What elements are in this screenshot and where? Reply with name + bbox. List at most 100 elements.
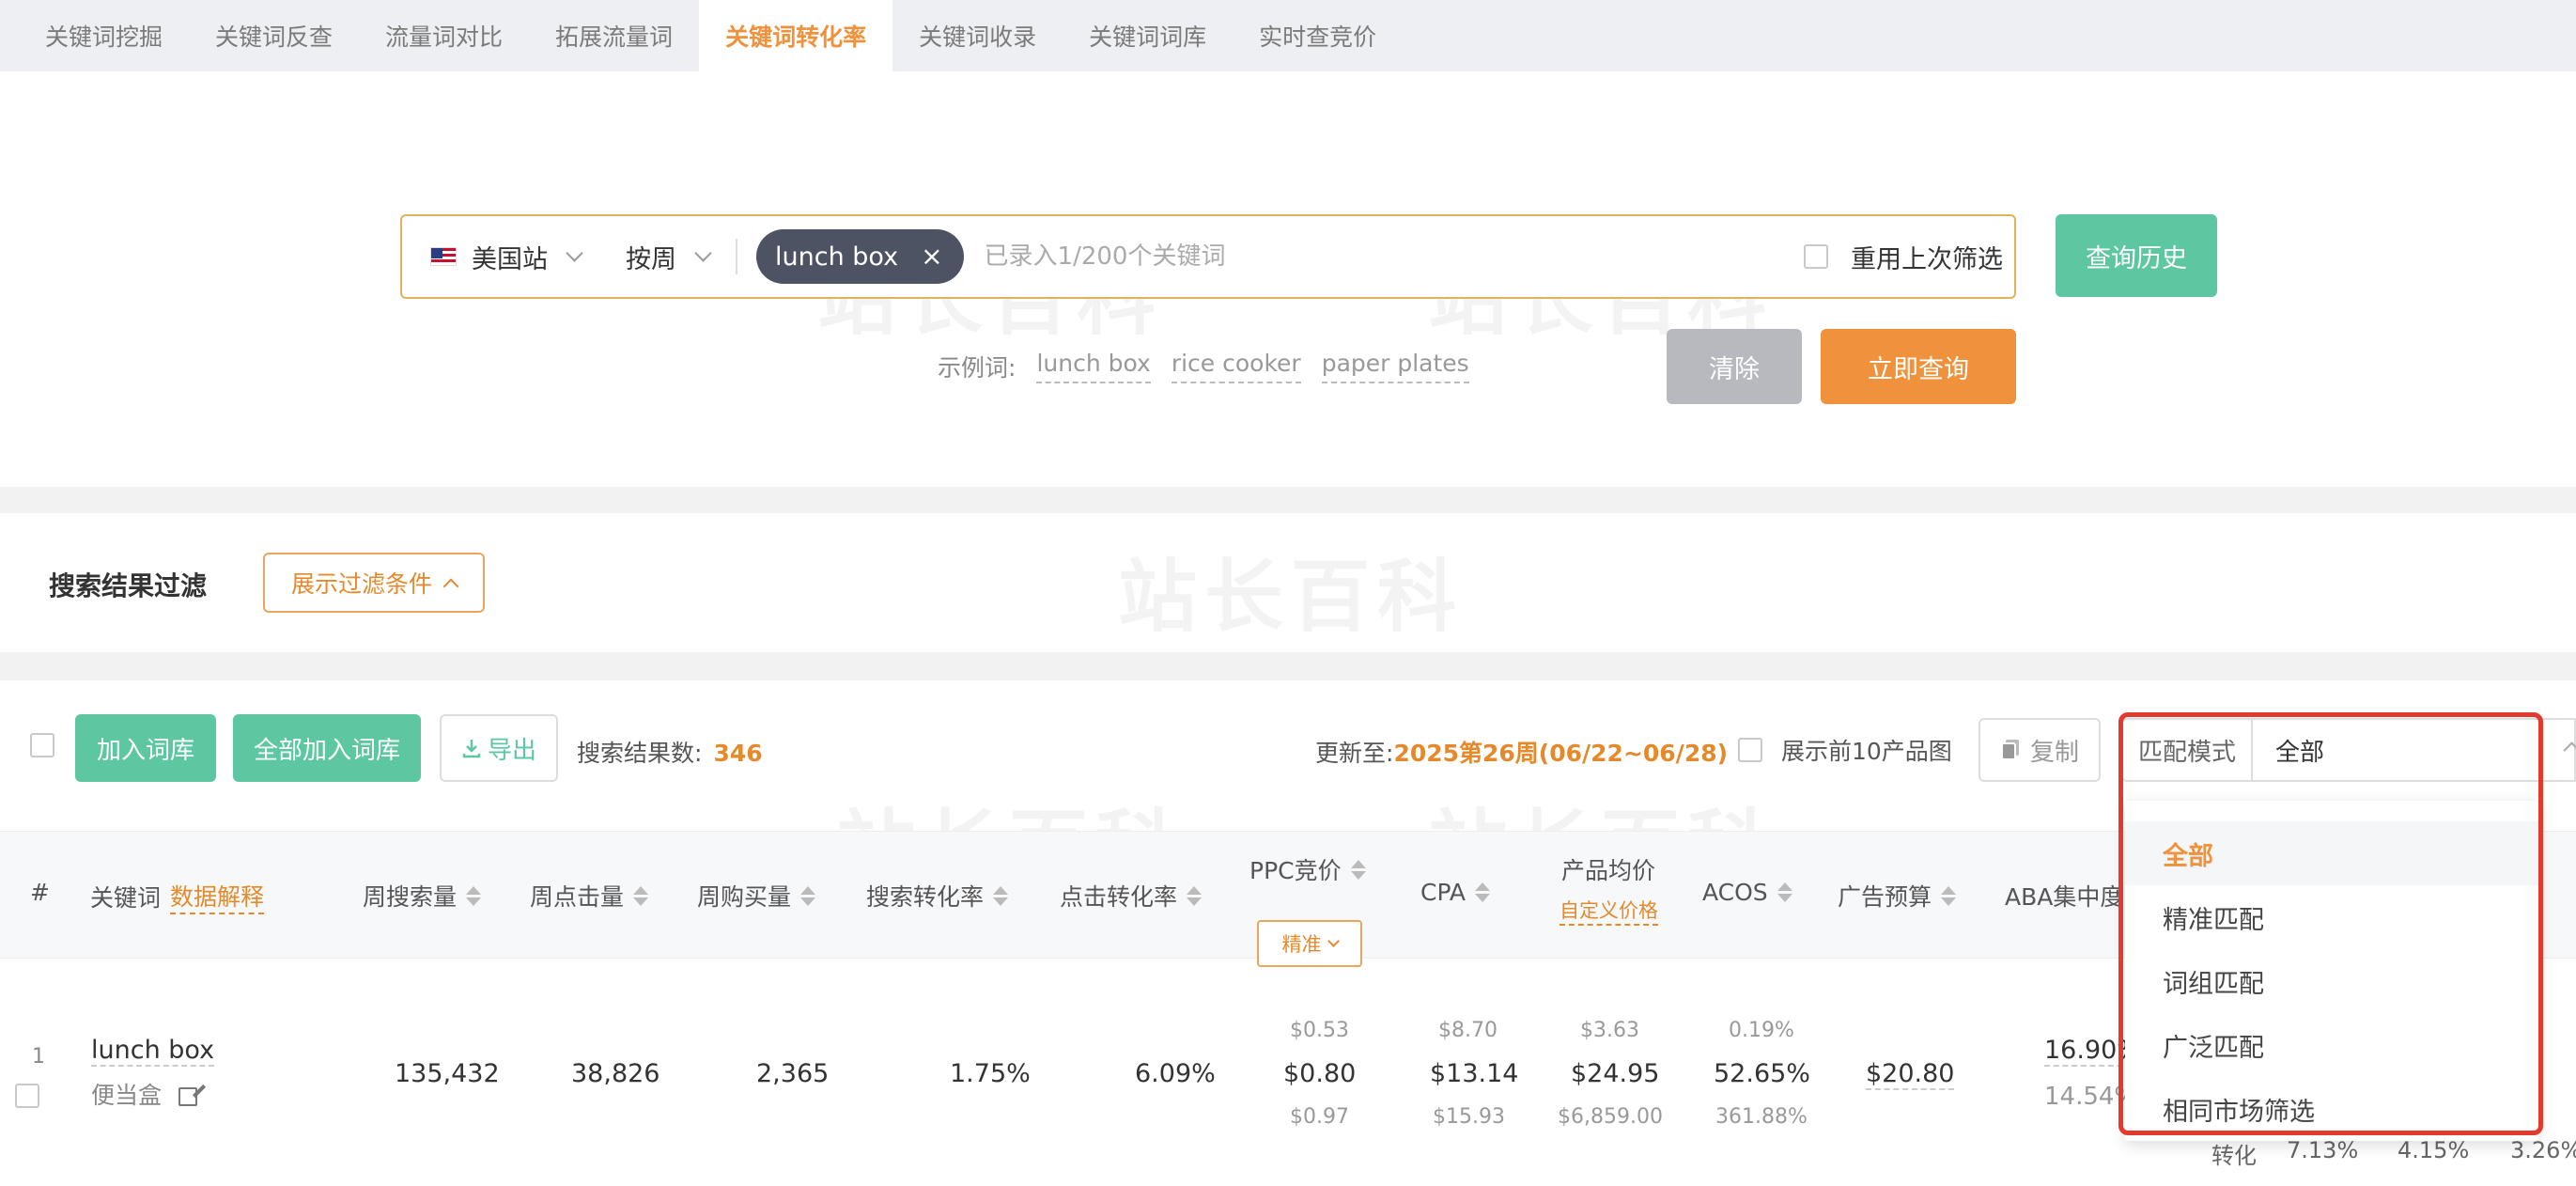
col-weekly-clicks[interactable]: 周点击量 — [530, 879, 649, 913]
row-extra-value: 3.26% — [2510, 1137, 2576, 1163]
tab-keyword-conversion[interactable]: 关键词转化率 — [699, 0, 893, 71]
sort-icon[interactable] — [633, 885, 649, 906]
col-acos-label: ACOS — [1702, 879, 1768, 906]
row-index: 1 — [32, 1045, 45, 1069]
show-filters-label: 展示过滤条件 — [290, 570, 432, 598]
chevron-down-icon — [1327, 935, 1340, 947]
result-count-value: 346 — [713, 740, 763, 767]
tab-realtime-bid[interactable]: 实时查竞价 — [1233, 0, 1403, 71]
row-cpa: $13.14 — [1430, 1059, 1519, 1088]
row-click-cvr: 6.09% — [1135, 1059, 1216, 1088]
example-keyword[interactable]: paper plates — [1321, 350, 1469, 383]
row-price: $24.95 — [1571, 1059, 1660, 1088]
tab-bar: 关键词挖掘 关键词反查 流量词对比 拓展流量词 关键词转化率 关键词收录 关键词… — [0, 0, 2576, 71]
copy-button[interactable]: 复制 — [1979, 718, 2101, 782]
highlight-annotation — [2118, 712, 2543, 1135]
tab-expand-traffic[interactable]: 拓展流量词 — [529, 0, 699, 71]
row-acos: 52.65% — [1714, 1059, 1810, 1088]
ppc-mode-label: 精准 — [1281, 933, 1322, 956]
ppc-mode-select[interactable]: 精准 — [1257, 920, 1362, 967]
chevron-down-icon[interactable] — [694, 243, 712, 262]
row-ppc: $0.80 — [1283, 1059, 1357, 1088]
keyword-input[interactable] — [984, 242, 1586, 271]
row-weekly-search: 135,432 — [395, 1059, 500, 1088]
row-ppc-high: $0.97 — [1290, 1105, 1349, 1129]
example-keywords: 示例词: lunch box rice cooker paper plates — [938, 350, 1469, 383]
sort-icon[interactable] — [1350, 859, 1366, 880]
updated-value: 2025第26周(06/22~06/28) — [1393, 740, 1729, 767]
sort-icon[interactable] — [1777, 882, 1792, 902]
site-select[interactable]: 美国站 — [472, 239, 548, 275]
sort-icon[interactable] — [993, 885, 1009, 906]
tab-traffic-compare[interactable]: 流量词对比 — [359, 0, 529, 71]
tab-keyword-reverse[interactable]: 关键词反查 — [189, 0, 359, 71]
copy-icon — [2000, 740, 2019, 760]
col-index: # — [30, 879, 50, 906]
row-checkbox[interactable] — [15, 1084, 39, 1108]
col-acos[interactable]: ACOS — [1702, 879, 1792, 906]
row-keyword[interactable]: lunch box — [91, 1036, 215, 1067]
export-button[interactable]: 导出 — [440, 714, 558, 782]
row-cpa-low: $8.70 — [1438, 1019, 1497, 1042]
col-ppc[interactable]: PPC竞价 — [1249, 852, 1366, 886]
row-price-low: $3.63 — [1580, 1019, 1639, 1042]
col-cpa[interactable]: CPA — [1420, 879, 1491, 906]
sort-icon[interactable] — [466, 885, 482, 906]
query-now-button[interactable]: 立即查询 — [1821, 329, 2016, 404]
sort-icon[interactable] — [1941, 885, 1957, 906]
chevron-up-icon[interactable] — [2563, 741, 2576, 759]
data-explain-link[interactable]: 数据解释 — [170, 879, 265, 914]
show-filters-button[interactable]: 展示过滤条件 — [263, 553, 485, 613]
add-all-to-library-button[interactable]: 全部加入词库 — [233, 714, 421, 782]
example-keyword[interactable]: lunch box — [1036, 350, 1151, 383]
checkbox[interactable] — [1804, 244, 1828, 269]
filter-bar: 站长百科 搜索结果过滤 展示过滤条件 — [0, 513, 2576, 652]
row-weekly-purchases: 2,365 — [756, 1059, 830, 1088]
col-weekly-search[interactable]: 周搜索量 — [363, 879, 482, 913]
custom-price-link[interactable]: 自定义价格 — [1560, 896, 1658, 926]
col-search-cvr-label: 搜索转化率 — [866, 883, 985, 911]
tab-keyword-index[interactable]: 关键词收录 — [892, 0, 1063, 71]
edit-icon[interactable] — [178, 1087, 197, 1106]
col-click-cvr[interactable]: 点击转化率 — [1060, 879, 1203, 913]
col-weekly-search-label: 周搜索量 — [363, 883, 458, 911]
custom-price-label[interactable]: 自定义价格 — [1560, 896, 1658, 926]
col-aba[interactable]: ABA集中度 — [2005, 879, 2123, 913]
sort-icon[interactable] — [1475, 882, 1491, 902]
col-cpa-label: CPA — [1420, 879, 1466, 906]
add-to-library-button[interactable]: 加入词库 — [75, 714, 216, 782]
col-avg-price: 产品均价 — [1561, 857, 1656, 884]
period-select[interactable]: 按周 — [626, 239, 676, 275]
show-top10-checkbox[interactable]: 展示前10产品图 — [1738, 733, 1952, 767]
select-all-checkbox[interactable] — [30, 733, 54, 757]
watermark: 站长百科 — [1118, 534, 1464, 648]
examples-label: 示例词: — [938, 354, 1016, 382]
row-ad-budget[interactable]: $20.80 — [1866, 1059, 1955, 1090]
search-panel: 站长百科 站长百科 美国站 按周 lunch box × 重用上次筛选 查询历史… — [0, 71, 2576, 487]
row-price-high: $6,859.00 — [1558, 1105, 1663, 1129]
keyword-chip-label: lunch box — [775, 242, 899, 272]
sort-icon[interactable] — [1187, 885, 1203, 906]
row-search-cvr: 1.75% — [950, 1059, 1031, 1088]
keyword-search-box: 美国站 按周 lunch box × 重用上次筛选 — [400, 214, 2016, 299]
result-count-label: 搜索结果数: — [577, 740, 703, 767]
close-icon[interactable]: × — [921, 243, 942, 270]
col-keyword: 关键词 数据解释 — [90, 879, 265, 914]
reuse-filter-checkbox[interactable]: 重用上次筛选 — [1804, 216, 2003, 297]
row-extra-value: 4.15% — [2398, 1137, 2470, 1163]
tab-keyword-mining[interactable]: 关键词挖掘 — [19, 0, 189, 71]
col-search-cvr[interactable]: 搜索转化率 — [866, 879, 1009, 913]
tab-keyword-library[interactable]: 关键词词库 — [1063, 0, 1233, 71]
clear-button[interactable]: 清除 — [1667, 329, 1802, 404]
col-ad-budget[interactable]: 广告预算 — [1838, 879, 1957, 913]
col-weekly-purchases[interactable]: 周购买量 — [697, 879, 816, 913]
chevron-down-icon[interactable] — [566, 243, 583, 262]
sort-icon[interactable] — [800, 885, 816, 906]
example-keyword[interactable]: rice cooker — [1171, 350, 1301, 383]
chevron-up-icon — [442, 578, 459, 595]
checkbox[interactable] — [1738, 738, 1762, 762]
divider — [736, 239, 737, 274]
query-history-button[interactable]: 查询历史 — [2056, 214, 2217, 297]
row-extra-value: 7.13% — [2287, 1137, 2359, 1163]
col-weekly-clicks-label: 周点击量 — [530, 883, 625, 911]
